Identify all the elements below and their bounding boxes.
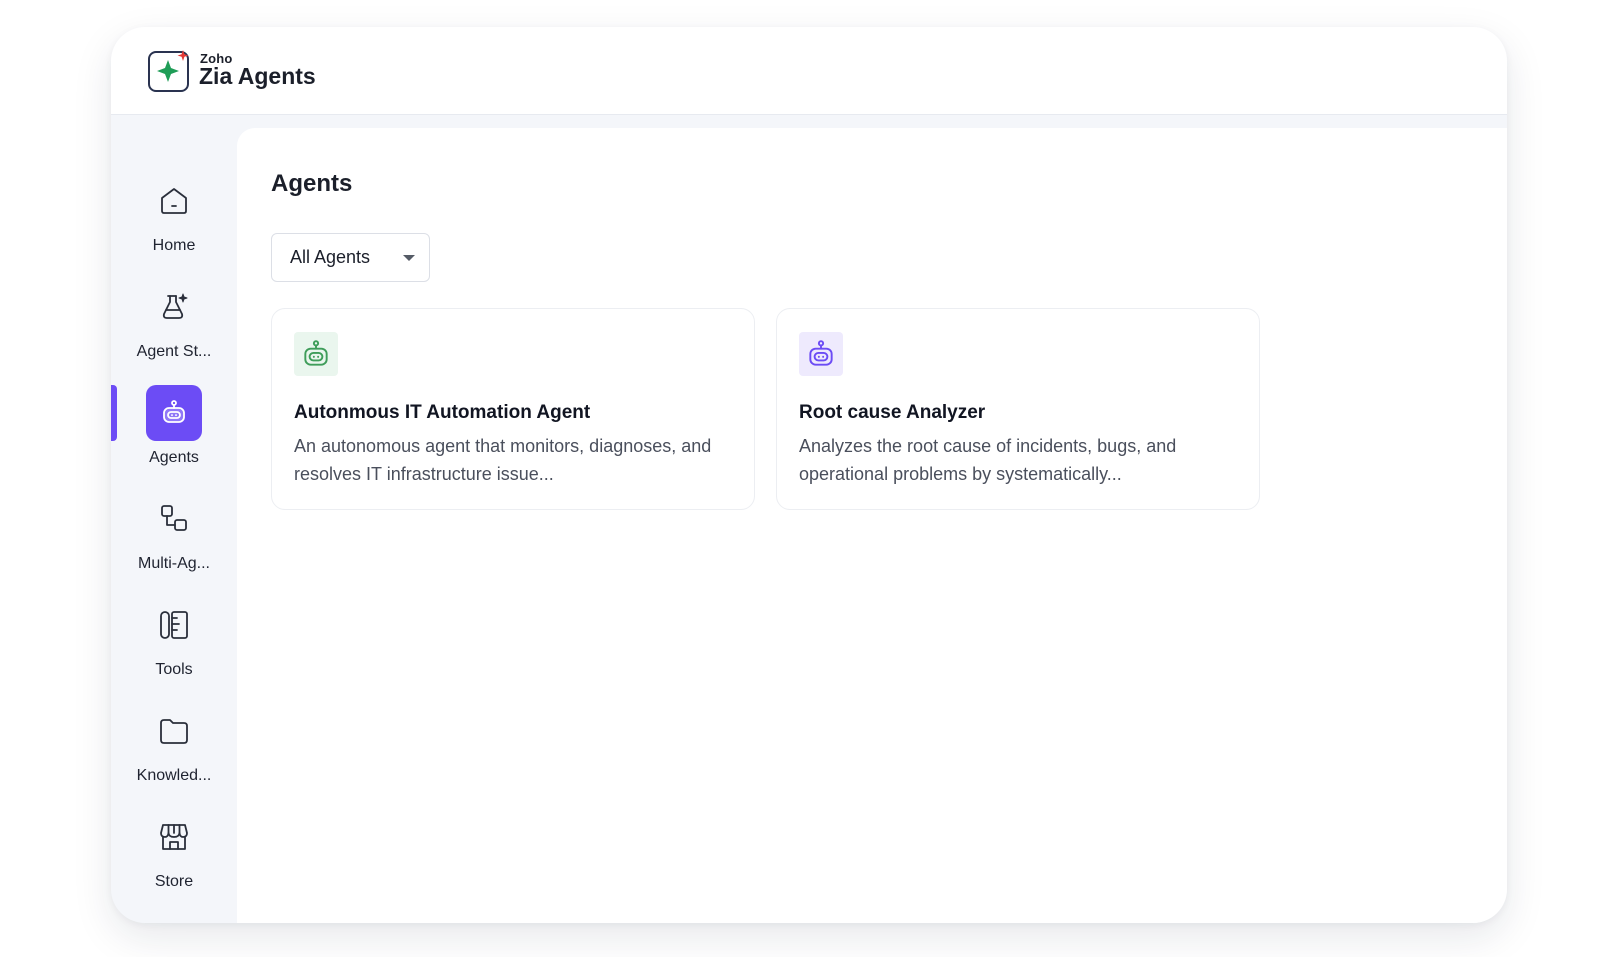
folder-icon <box>146 703 202 759</box>
agent-card-title: Autonmous IT Automation Agent <box>294 402 591 423</box>
sidebar-item-label: Agent St... <box>136 343 212 360</box>
main-content: Agents All Agents Autonmous IT Automatio… <box>237 128 1507 923</box>
agent-card[interactable]: Autonmous IT Automation Agent An autonom… <box>271 308 755 510</box>
active-indicator <box>111 385 117 441</box>
sidebar-item-tools[interactable]: Tools <box>111 589 237 685</box>
agent-studio-icon <box>146 279 202 335</box>
filter-selected-value: All Agents <box>290 247 371 267</box>
agent-card-description: Analyzes the root cause of incidents, bu… <box>799 436 1177 484</box>
zia-logo-icon <box>147 49 191 93</box>
agent-card[interactable]: Root cause Analyzer Analyzes the root ca… <box>776 308 1260 510</box>
sidebar-item-label: Multi-Ag... <box>137 555 210 572</box>
sidebar-item-home[interactable]: Home <box>111 165 237 261</box>
home-icon <box>146 173 202 229</box>
caret-down-icon <box>403 255 415 261</box>
sidebar-item-label: Tools <box>155 661 193 678</box>
agents-filter-dropdown[interactable]: All Agents <box>271 233 430 282</box>
app-header: Zoho Zia Agents <box>111 27 1507 115</box>
product-name: Zia Agents <box>199 63 316 89</box>
sidebar-item-label: Knowled... <box>136 767 212 784</box>
tools-icon <box>146 597 202 653</box>
app-window: Zoho Zia Agents Home Agent St... Agents … <box>111 27 1507 923</box>
sidebar-item-agents[interactable]: Agents <box>111 377 237 473</box>
sidebar-item-label: Home <box>152 237 196 254</box>
multi-agent-icon <box>146 491 202 547</box>
sidebar-item-multi-agent[interactable]: Multi-Ag... <box>111 483 237 579</box>
page-title: Agents <box>271 170 353 197</box>
sidebar-item-knowledge[interactable]: Knowled... <box>111 695 237 791</box>
sidebar: Home Agent St... Agents Multi-Ag... Tool… <box>111 115 237 923</box>
robot-icon <box>799 332 843 376</box>
sidebar-item-agent-studio[interactable]: Agent St... <box>111 271 237 367</box>
agent-card-title: Root cause Analyzer <box>799 402 986 423</box>
robot-icon <box>146 385 202 441</box>
sidebar-item-label: Agents <box>149 449 199 466</box>
sidebar-item-label: Store <box>154 873 194 890</box>
robot-icon <box>294 332 338 376</box>
sidebar-item-store[interactable]: Store <box>111 801 237 897</box>
store-icon <box>146 809 202 865</box>
agent-card-description: An autonomous agent that monitors, diagn… <box>294 436 712 484</box>
